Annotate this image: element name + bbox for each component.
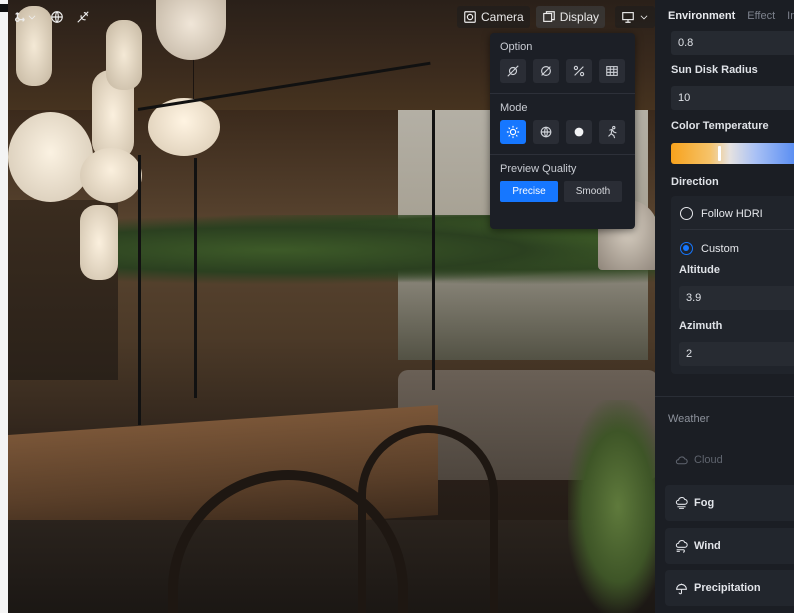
cloud-label: Cloud (694, 454, 723, 466)
environment-panel: Environment Effect In 0.8 Sun Disk Radiu… (655, 0, 794, 613)
pendant-lamp (8, 112, 93, 202)
panel-tabs: Environment Effect In (655, 0, 794, 32)
chevron-down-icon (640, 15, 648, 20)
color-temperature-label: Color Temperature (671, 120, 769, 132)
screen-settings-button[interactable] (615, 6, 656, 28)
scene-chair-2 (358, 425, 498, 613)
fog-label: Fog (694, 497, 715, 509)
azimuth-field[interactable]: 2 (679, 342, 794, 366)
custom-label: Custom (701, 242, 739, 255)
solid-circle-icon[interactable] (566, 120, 592, 144)
panel-divider (655, 396, 794, 397)
option-row (500, 59, 625, 83)
fog-icon (675, 496, 688, 509)
quality-precise-button[interactable]: Precise (500, 181, 558, 202)
scene-front-plant (568, 400, 668, 613)
custom-option[interactable]: Custom (680, 242, 739, 255)
frame-pole (138, 155, 141, 425)
direction-box: Follow HDRI Custom Altitude 3.9 Azimuth … (671, 196, 794, 374)
display-label: Display (559, 10, 600, 24)
popup-divider (490, 93, 635, 94)
transform-icon[interactable] (8, 6, 42, 28)
camera-icon (464, 11, 476, 23)
globe-icon[interactable] (46, 6, 68, 28)
color-temperature-handle[interactable] (718, 146, 721, 161)
quality-toggle: Precise Smooth (500, 181, 625, 202)
top-value-field[interactable]: 0.8 (671, 31, 794, 55)
globe-icon[interactable] (533, 120, 559, 144)
mode-title: Mode (500, 102, 528, 114)
screen-settings-icon (622, 12, 634, 23)
viewport-right-toolbar: Camera Display (457, 6, 656, 28)
pendant-lamp (106, 20, 142, 90)
viewport-left-toolbar (8, 6, 94, 28)
wind-label: Wind (694, 540, 721, 552)
wind-icon (675, 539, 688, 553)
direction-label: Direction (671, 176, 719, 188)
run-icon[interactable] (599, 120, 625, 144)
no-render-icon[interactable] (500, 59, 526, 83)
camera-button[interactable]: Camera (457, 6, 530, 28)
tab-environment[interactable]: Environment (668, 10, 735, 22)
weather-cloud-row[interactable]: Cloud (665, 442, 794, 478)
follow-hdri-label: Follow HDRI (701, 207, 763, 220)
quality-smooth-button[interactable]: Smooth (564, 181, 622, 202)
sun-disk-radius-field[interactable]: 10 (671, 86, 794, 110)
sun-icon[interactable] (500, 120, 526, 144)
frame-pole (432, 110, 435, 390)
sun-disk-radius-label: Sun Disk Radius (671, 64, 758, 76)
display-popup: Option Mode Preview Quality Precise Smoo… (490, 33, 635, 229)
popup-divider (490, 154, 635, 155)
altitude-field[interactable]: 3.9 (679, 286, 794, 310)
precipitation-label: Precipitation (694, 582, 761, 594)
left-edge-strip (0, 0, 8, 613)
pendant-lamp (80, 205, 118, 280)
grid-icon[interactable] (599, 59, 625, 83)
frame-pole (194, 158, 197, 398)
direction-divider (680, 229, 794, 230)
pendant-lamp (80, 148, 142, 203)
weather-title: Weather (668, 413, 710, 425)
azimuth-label: Azimuth (679, 320, 723, 332)
tab-effect[interactable]: Effect (747, 10, 775, 22)
color-temperature-slider[interactable] (671, 143, 794, 164)
slash-circle-icon[interactable] (533, 59, 559, 83)
display-icon (542, 11, 555, 22)
weather-fog-row[interactable]: Fog (665, 485, 794, 521)
option-title: Option (500, 41, 533, 53)
mode-row (500, 120, 625, 144)
left-edge-marker (0, 4, 8, 12)
custom-radio[interactable] (680, 242, 693, 255)
weather-precipitation-row[interactable]: Precipitation (665, 570, 794, 606)
follow-hdri-radio[interactable] (680, 207, 693, 220)
weather-wind-row[interactable]: Wind (665, 528, 794, 564)
percent-icon[interactable] (566, 59, 592, 83)
no-light-icon[interactable] (72, 6, 94, 28)
cloud-icon (675, 455, 688, 464)
preview-quality-title: Preview Quality (500, 163, 577, 175)
camera-label: Camera (481, 10, 524, 24)
follow-hdri-option[interactable]: Follow HDRI (680, 207, 763, 220)
umbrella-icon (676, 583, 687, 594)
tab-in[interactable]: In (787, 10, 794, 22)
altitude-label: Altitude (679, 264, 720, 276)
display-button[interactable]: Display (535, 6, 606, 28)
